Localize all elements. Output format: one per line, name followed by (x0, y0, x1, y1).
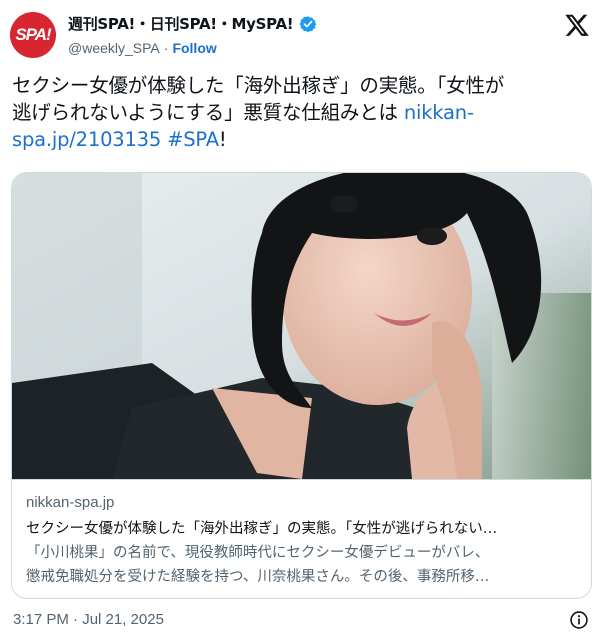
tweet-text: セクシー女優が体験した「海外出稼ぎ」の実態。「女性が 逃げられないようにする」悪… (12, 72, 594, 153)
tweet-footer: 3:17 PM · Jul 21, 2025 (13, 609, 591, 631)
display-name[interactable]: 週刊SPA!・日刊SPA!・MySPA! (68, 13, 294, 34)
tweet-text-line-2: 逃げられないようにする」悪質な仕組みとは nikkan- (12, 99, 594, 126)
tweet-text-line-1: セクシー女優が体験した「海外出稼ぎ」の実態。「女性が (12, 74, 505, 97)
tweet-text-segment: 逃げられないようにする」悪質な仕組みとは (12, 101, 404, 124)
verified-badge-icon (299, 15, 317, 32)
follow-button[interactable]: Follow (172, 40, 216, 56)
handle[interactable]: @weekly_SPA (68, 40, 160, 56)
tweet-link-part-2[interactable]: spa.jp/2103135 (12, 128, 161, 151)
tweet-text-line-3: spa.jp/2103135 #SPA! (12, 126, 594, 153)
timestamp[interactable]: 3:17 PM · Jul 21, 2025 (13, 611, 164, 628)
card-description-line-1: 「小川桃果」の名前で、現役教師時代にセクシー女優デビューがバレ、 (26, 545, 490, 561)
info-icon[interactable] (569, 610, 589, 630)
avatar[interactable]: SPA! (10, 12, 56, 58)
handle-line: @weekly_SPA · Follow (68, 40, 217, 56)
tweet-header: SPA! 週刊SPA!・日刊SPA!・MySPA! @weekly_SPA · … (0, 0, 602, 62)
separator-dot: · (163, 40, 169, 56)
card-domain: nikkan-spa.jp (26, 494, 115, 511)
name-line: 週刊SPA!・日刊SPA!・MySPA! (68, 13, 317, 34)
card-description: 「小川桃果」の名前で、現役教師時代にセクシー女優デビューがバレ、 懲戒免職処分を… (26, 541, 578, 589)
card-image[interactable] (12, 173, 592, 479)
tweet-text-end: ! (218, 128, 227, 151)
card-meta: nikkan-spa.jp セクシー女優が体験した「海外出稼ぎ」の実態。「女性が… (12, 479, 591, 598)
card-description-line-2: 懲戒免職処分を受けた経験を持つ、川奈桃果さん。その後、事務所移… (26, 569, 490, 585)
hashtag-link[interactable]: #SPA (167, 128, 219, 151)
x-logo-icon[interactable] (564, 12, 590, 38)
tweet-link-part-1[interactable]: nikkan- (404, 101, 474, 124)
link-preview-card[interactable]: nikkan-spa.jp セクシー女優が体験した「海外出稼ぎ」の実態。「女性が… (11, 172, 592, 599)
card-title[interactable]: セクシー女優が体験した「海外出稼ぎ」の実態。「女性が逃げられない… (26, 518, 579, 540)
